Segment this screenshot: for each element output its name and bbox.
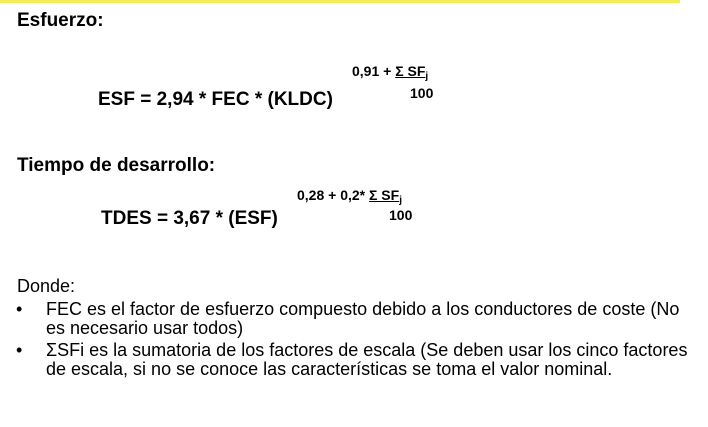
esf-sum-text: Σ SF: [395, 63, 426, 79]
list-item: • ΣSFi es la sumatoria de los factores d…: [0, 341, 696, 379]
tdes-exponent-numerator: 0,28 + 0,2* Σ SFj: [297, 187, 402, 206]
list-item-text: FEC es el factor de esfuerzo compuesto d…: [46, 299, 680, 338]
esf-exponent-denominator: 100: [410, 85, 434, 101]
donde-label: Donde:: [17, 276, 76, 296]
tdes-exponent-denominator: 100: [389, 207, 413, 223]
esf-exponent-sum: Σ SFj: [395, 63, 429, 82]
bullet-icon: •: [16, 299, 23, 319]
esf-sum-subscript: j: [425, 71, 429, 82]
tdes-exponent-prefix: 0,28 + 0,2*: [297, 187, 370, 203]
tdes-sum-subscript: j: [399, 195, 402, 206]
tdes-formula: TDES = 3,67 * (ESF): [101, 208, 278, 229]
list-item: • FEC es el factor de esfuerzo compuesto…: [0, 300, 696, 338]
definitions-list: • FEC es el factor de esfuerzo compuesto…: [0, 300, 708, 382]
esf-formula: ESF = 2,94 * FEC * (KLDC): [98, 89, 333, 110]
tiempo-heading: Tiempo de desarrollo:: [17, 155, 216, 176]
tdes-sum-text: Σ SF: [369, 187, 400, 203]
list-item-text: ΣSFi es la sumatoria de los factores de …: [46, 340, 688, 379]
tdes-exponent-sum: Σ SFj: [369, 187, 402, 206]
esf-exponent-prefix: 0,91 +: [352, 63, 396, 79]
bullet-icon: •: [16, 340, 23, 360]
esf-exponent-numerator: 0,91 + Σ SFj: [352, 63, 428, 82]
top-rule: [0, 0, 680, 3]
esfuerzo-heading: Esfuerzo:: [17, 10, 104, 31]
